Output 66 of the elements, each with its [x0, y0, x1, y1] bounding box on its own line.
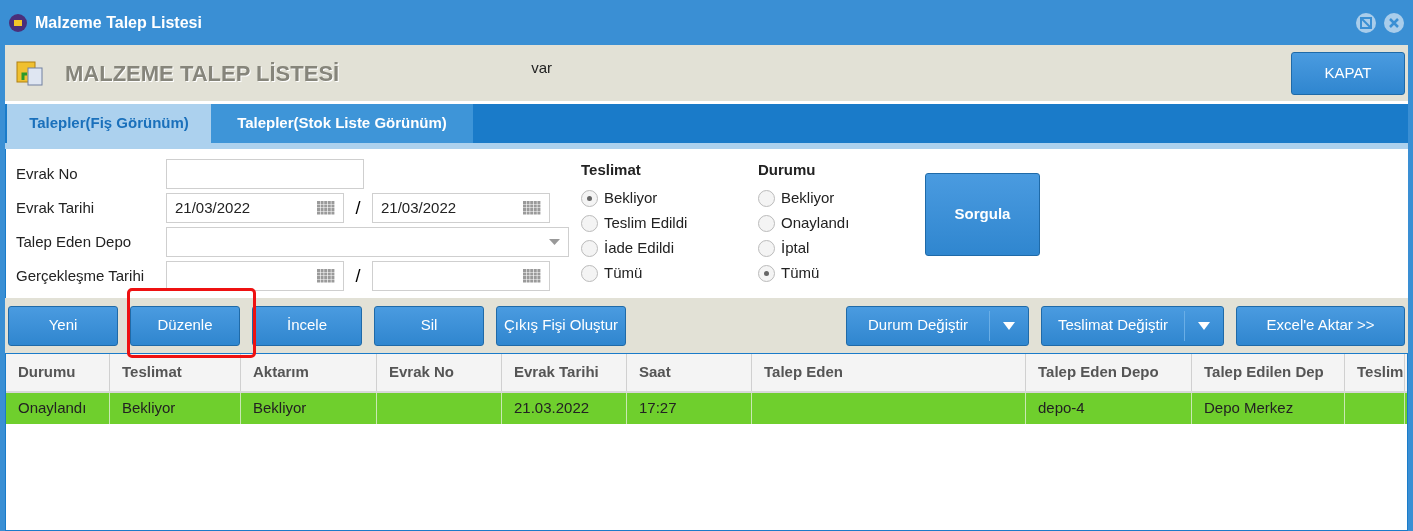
calendar-icon[interactable] — [317, 269, 335, 283]
column-header[interactable]: Talep Eden Depo — [1026, 354, 1192, 391]
radio-label: Tümü — [781, 262, 820, 283]
radio-button[interactable] — [758, 189, 775, 207]
calendar-icon[interactable] — [317, 201, 335, 215]
radio-button[interactable] — [581, 189, 598, 207]
column-header[interactable]: Aktarım — [241, 354, 377, 391]
caret-icon — [549, 239, 560, 245]
calendar-icon[interactable] — [523, 201, 541, 215]
table-cell: Onaylandı — [6, 393, 110, 424]
date-value: 21/03/2022 — [175, 197, 251, 218]
radio-button[interactable] — [581, 214, 598, 232]
radio-button[interactable] — [581, 264, 598, 282]
column-header[interactable]: Durumu — [6, 354, 110, 391]
radio-button[interactable] — [758, 264, 775, 282]
status-note: var — [531, 58, 553, 78]
close-button[interactable]: KAPAT — [1291, 51, 1405, 95]
close-icon[interactable] — [1384, 12, 1404, 33]
table-cell: depo-4 — [1026, 393, 1192, 424]
dropdown-field[interactable] — [166, 227, 569, 257]
input-field[interactable] — [166, 159, 364, 189]
date-field[interactable]: 21/03/2022 — [166, 193, 344, 223]
minimize-icon[interactable] — [1356, 12, 1376, 33]
column-header[interactable]: Talep Eden — [752, 354, 1026, 391]
radio-label: Onaylandı — [781, 212, 850, 233]
radio-label: Bekliyor — [604, 187, 658, 208]
radio-label: Teslim Edildi — [604, 212, 688, 233]
table-cell: Bekliyor — [241, 393, 377, 424]
column-header[interactable]: Evrak Tarihi — [502, 354, 627, 391]
radio-button[interactable] — [581, 239, 598, 257]
date-separator: / — [354, 196, 362, 220]
field-label: Evrak No — [16, 163, 79, 184]
field-label: Evrak Tarihi — [16, 197, 96, 218]
table-cell: Bekliyor — [110, 393, 241, 424]
column-header[interactable]: Talep Edilen Dep — [1192, 354, 1345, 391]
window-title: Malzeme Talep Listesi — [35, 12, 202, 33]
query-button[interactable]: Sorgula — [925, 173, 1040, 256]
folder-icon — [15, 58, 45, 88]
app-icon — [9, 13, 27, 32]
radio-button[interactable] — [758, 239, 775, 257]
table-row[interactable]: Onaylandı Bekliyor Bekliyor 21.03.2022 17:27 depo-4 Depo Merkez — [6, 393, 1407, 424]
radio-label: İptal — [781, 237, 810, 258]
column-header[interactable]: Evrak No — [377, 354, 502, 391]
field-label: Talep Eden Depo — [16, 231, 133, 252]
split-button-label: Durum Değiştir — [867, 315, 969, 336]
table-cell: 21.03.2022 — [502, 393, 627, 424]
date-value: 21/03/2022 — [381, 197, 457, 218]
radio-label: Bekliyor — [781, 187, 835, 208]
field-label: Gerçekleşme Tarihi — [16, 265, 146, 286]
radio-label: İade Edildi — [604, 237, 675, 258]
column-header[interactable]: Teslimat — [110, 354, 241, 391]
column-header[interactable]: Teslim — [1345, 354, 1405, 391]
date-field[interactable] — [372, 261, 550, 291]
radio-button[interactable] — [758, 214, 775, 232]
table-cell: 17:27 — [627, 393, 752, 424]
date-separator: / — [354, 264, 362, 288]
date-field[interactable] — [166, 261, 344, 291]
column-header[interactable]: Saat — [627, 354, 752, 391]
date-field[interactable]: 21/03/2022 — [372, 193, 550, 223]
group-title: Durumu — [758, 160, 817, 180]
radio-label: Tümü — [604, 262, 643, 283]
calendar-icon[interactable] — [523, 269, 541, 283]
table-cell: Depo Merkez — [1192, 393, 1345, 424]
page-title: MALZEME TALEP LİSTESİ — [65, 59, 340, 88]
split-button-label: Teslimat Değiştir — [1057, 315, 1169, 336]
group-title: Teslimat — [581, 160, 642, 180]
